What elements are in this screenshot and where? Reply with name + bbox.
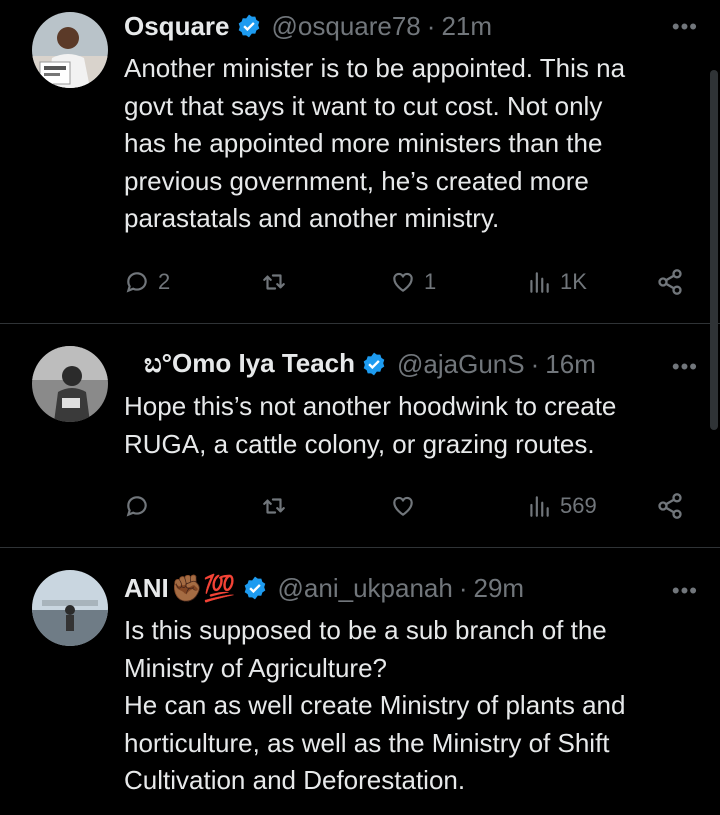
action-bar: 569: [124, 486, 694, 526]
tweet-header: ಬ°Omo Iya Teach @ajaGunS · 16m: [124, 344, 596, 384]
retweet-button[interactable]: [260, 486, 288, 526]
tweet-line: Hope this’s not another hoodwink to crea…: [124, 391, 617, 421]
verified-badge-icon: [242, 575, 268, 601]
retweet-button[interactable]: [260, 262, 288, 302]
avatar-omo-iya-teach[interactable]: [32, 346, 108, 422]
action-bar: 2 1 1K: [124, 262, 694, 302]
user-handle[interactable]: @ajaGunS: [397, 349, 525, 380]
tweet-line: previous government, he’s created more: [124, 165, 589, 196]
views-icon: [530, 272, 549, 293]
heart-icon: [393, 496, 413, 516]
tweet-1[interactable]: Osquare @osquare78 · 21m ••• Another min…: [0, 0, 720, 323]
share-button[interactable]: [656, 262, 684, 302]
tweet-line: Cultivation and Deforestation.: [124, 765, 466, 795]
scrollbar[interactable]: [710, 70, 718, 430]
display-name[interactable]: ANI: [124, 573, 169, 604]
avatar-ani[interactable]: [32, 570, 108, 646]
like-button[interactable]: [390, 486, 416, 526]
tweet-line: Ministry of Agriculture?: [124, 652, 387, 683]
views-button[interactable]: 1K: [526, 262, 587, 302]
display-name[interactable]: ಬ°Omo Iya Teach: [144, 348, 355, 380]
views-count: 569: [560, 493, 597, 518]
timestamp[interactable]: 16m: [545, 349, 596, 380]
tweet-line: Another minister is to be appointed. Thi…: [124, 53, 626, 83]
user-handle[interactable]: @osquare78: [272, 11, 421, 42]
more-options-icon[interactable]: •••: [672, 14, 698, 40]
reply-icon: [126, 496, 147, 517]
tweet-line: RUGA, a cattle colony, or grazing routes…: [124, 428, 595, 459]
tweet-text: Another minister is to be appointed. Thi…: [124, 50, 704, 238]
views-count: 1K: [560, 269, 587, 294]
name-emoji: ✊🏾💯: [170, 572, 236, 603]
more-options-icon[interactable]: •••: [672, 578, 698, 604]
avatar-osquare[interactable]: [32, 12, 108, 88]
verified-badge-icon: [236, 13, 262, 39]
separator-dot: ·: [426, 10, 436, 41]
like-count: 1: [424, 269, 437, 294]
tweet-line: has he appointed more ministers than the: [124, 128, 603, 158]
user-handle[interactable]: @ani_ukpanah: [278, 573, 453, 604]
timestamp[interactable]: 21m: [441, 11, 492, 42]
tweet-3[interactable]: ANI ✊🏾💯 @ani_ukpanah · 29m ••• Is this s…: [0, 548, 720, 815]
tweet-line: He can as well create Ministry of plants…: [124, 690, 626, 720]
verified-badge-icon: [361, 351, 387, 377]
retweet-icon: [263, 274, 285, 290]
tweet-line: horticulture, as well as the Ministry of…: [124, 727, 610, 758]
retweet-icon: [263, 498, 285, 514]
share-icon: [658, 493, 682, 519]
views-button[interactable]: 569: [526, 486, 597, 526]
separator-dot: ·: [530, 348, 540, 379]
reply-count: 2: [158, 269, 171, 294]
share-icon: [658, 269, 682, 295]
reply-button[interactable]: [124, 486, 150, 526]
heart-icon: [393, 272, 413, 292]
timestamp[interactable]: 29m: [474, 573, 525, 604]
separator-dot: ·: [458, 572, 468, 603]
reply-button[interactable]: 2: [124, 262, 170, 302]
tweet-header: ANI ✊🏾💯 @ani_ukpanah · 29m: [124, 568, 524, 608]
tweet-text: Hope this’s not another hoodwink to crea…: [124, 388, 704, 463]
tweet-text: Is this supposed to be a sub branch of t…: [124, 612, 704, 800]
reply-icon: [126, 272, 147, 293]
tweet-line: parastatals and another ministry.: [124, 203, 500, 233]
views-icon: [530, 496, 549, 517]
more-options-icon[interactable]: •••: [672, 354, 698, 380]
tweet-line: Is this supposed to be a sub branch of t…: [124, 615, 607, 645]
share-button[interactable]: [656, 486, 684, 526]
tweet-header: Osquare @osquare78 · 21m: [124, 6, 492, 46]
display-name[interactable]: Osquare: [124, 11, 230, 42]
tweet-line: govt that says it want to cut cost. Not …: [124, 90, 603, 121]
like-button[interactable]: 1: [390, 262, 436, 302]
tweet-2[interactable]: ಬ°Omo Iya Teach @ajaGunS · 16m ••• Hope …: [0, 324, 720, 547]
